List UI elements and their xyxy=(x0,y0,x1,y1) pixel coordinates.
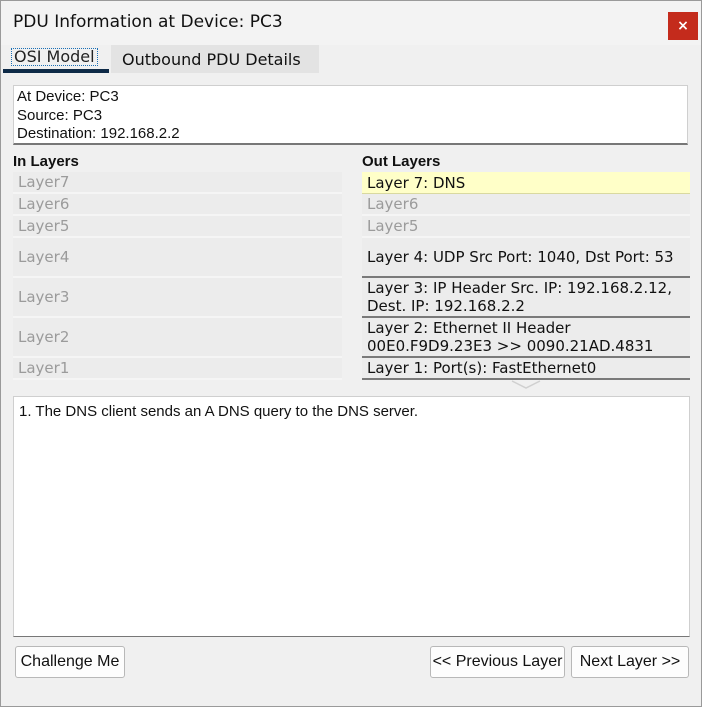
out-layers-title: Out Layers xyxy=(362,153,441,170)
challenge-me-button[interactable]: Challenge Me xyxy=(15,646,125,678)
next-layer-button[interactable]: Next Layer >> xyxy=(571,646,689,678)
in-layer-7[interactable]: Layer7 xyxy=(13,172,342,194)
in-layer-1[interactable]: Layer1 xyxy=(13,358,342,380)
out-layer-3[interactable]: Layer 3: IP Header Src. IP: 192.168.2.12… xyxy=(362,278,690,318)
in-layer-4[interactable]: Layer4 xyxy=(13,238,342,278)
source-text: Source: PC3 xyxy=(17,106,103,124)
previous-layer-button[interactable]: << Previous Layer xyxy=(430,646,565,678)
device-info-panel: At Device: PC3 Source: PC3 Destination: … xyxy=(13,85,688,145)
chevron-down-icon xyxy=(511,380,541,389)
window-title: PDU Information at Device: PC3 xyxy=(13,12,283,32)
tab-osi-model[interactable]: OSI Model xyxy=(3,45,109,73)
description-panel: 1. The DNS client sends an A DNS query t… xyxy=(13,396,690,637)
device-text: At Device: PC3 xyxy=(17,88,119,105)
title-bar[interactable]: PDU Information at Device: PC3 × xyxy=(1,1,701,45)
tab-outbound-pdu-details[interactable]: Outbound PDU Details xyxy=(111,45,319,73)
out-layer-4[interactable]: Layer 4: UDP Src Port: 1040, Dst Port: 5… xyxy=(362,238,690,278)
close-icon: × xyxy=(677,18,689,34)
tab-outbound-label: Outbound PDU Details xyxy=(122,49,301,69)
tab-osi-model-label: OSI Model xyxy=(11,48,98,66)
in-layer-3[interactable]: Layer3 xyxy=(13,278,342,318)
out-layer-6[interactable]: Layer6 xyxy=(362,194,690,216)
out-layer-1[interactable]: Layer 1: Port(s): FastEthernet0 xyxy=(362,358,690,380)
description-text: 1. The DNS client sends an A DNS query t… xyxy=(19,403,419,420)
pdu-info-window: PDU Information at Device: PC3 × OSI Mod… xyxy=(0,0,702,707)
in-layer-5[interactable]: Layer5 xyxy=(13,216,342,238)
out-layer-7[interactable]: Layer 7: DNS xyxy=(362,172,690,194)
in-layers-title: In Layers xyxy=(13,153,79,170)
close-button[interactable]: × xyxy=(668,12,698,40)
out-layer-2[interactable]: Layer 2: Ethernet II Header 00E0.F9D9.23… xyxy=(362,318,690,358)
destination-text: Destination: 192.168.2.2 xyxy=(17,125,180,142)
tab-bar: OSI Model Outbound PDU Details xyxy=(3,45,699,73)
in-layer-2[interactable]: Layer2 xyxy=(13,318,342,358)
in-layer-6[interactable]: Layer6 xyxy=(13,194,342,216)
out-layer-5[interactable]: Layer5 xyxy=(362,216,690,238)
